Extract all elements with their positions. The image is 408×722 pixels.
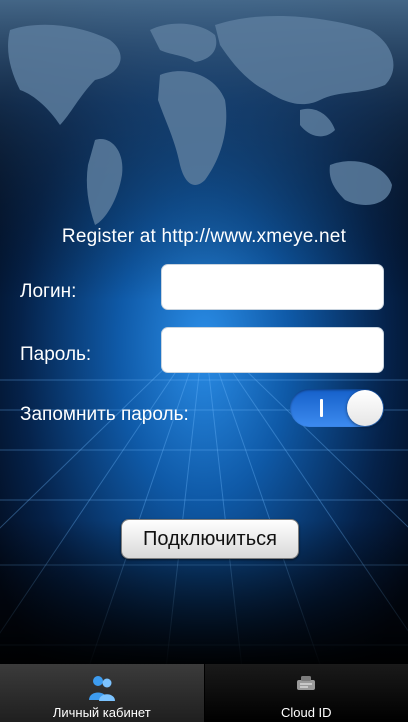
login-screen: Register at http://www.xmeye.net Логин: … <box>0 0 408 722</box>
password-input[interactable] <box>161 327 384 373</box>
tab-personal-account[interactable]: Личный кабинет <box>0 664 205 722</box>
toggle-on-indicator <box>320 399 323 417</box>
cloud-device-icon <box>295 674 317 699</box>
register-hint: Register at http://www.xmeye.net <box>61 226 347 247</box>
remember-password-label: Запомнить пароль: <box>20 404 189 425</box>
tab-label: Cloud ID <box>280 705 332 720</box>
tab-label: Личный кабинет <box>52 705 151 720</box>
remember-password-toggle[interactable] <box>290 389 384 427</box>
connect-button[interactable]: Подключиться <box>121 519 299 559</box>
toggle-knob <box>347 390 383 426</box>
users-icon <box>87 674 117 707</box>
tab-bar: Личный кабинет Cloud ID <box>0 664 408 722</box>
password-label: Пароль: <box>20 344 92 365</box>
login-input[interactable] <box>161 264 384 310</box>
login-label: Логин: <box>20 281 77 302</box>
tab-cloud-id[interactable]: Cloud ID <box>204 664 408 722</box>
